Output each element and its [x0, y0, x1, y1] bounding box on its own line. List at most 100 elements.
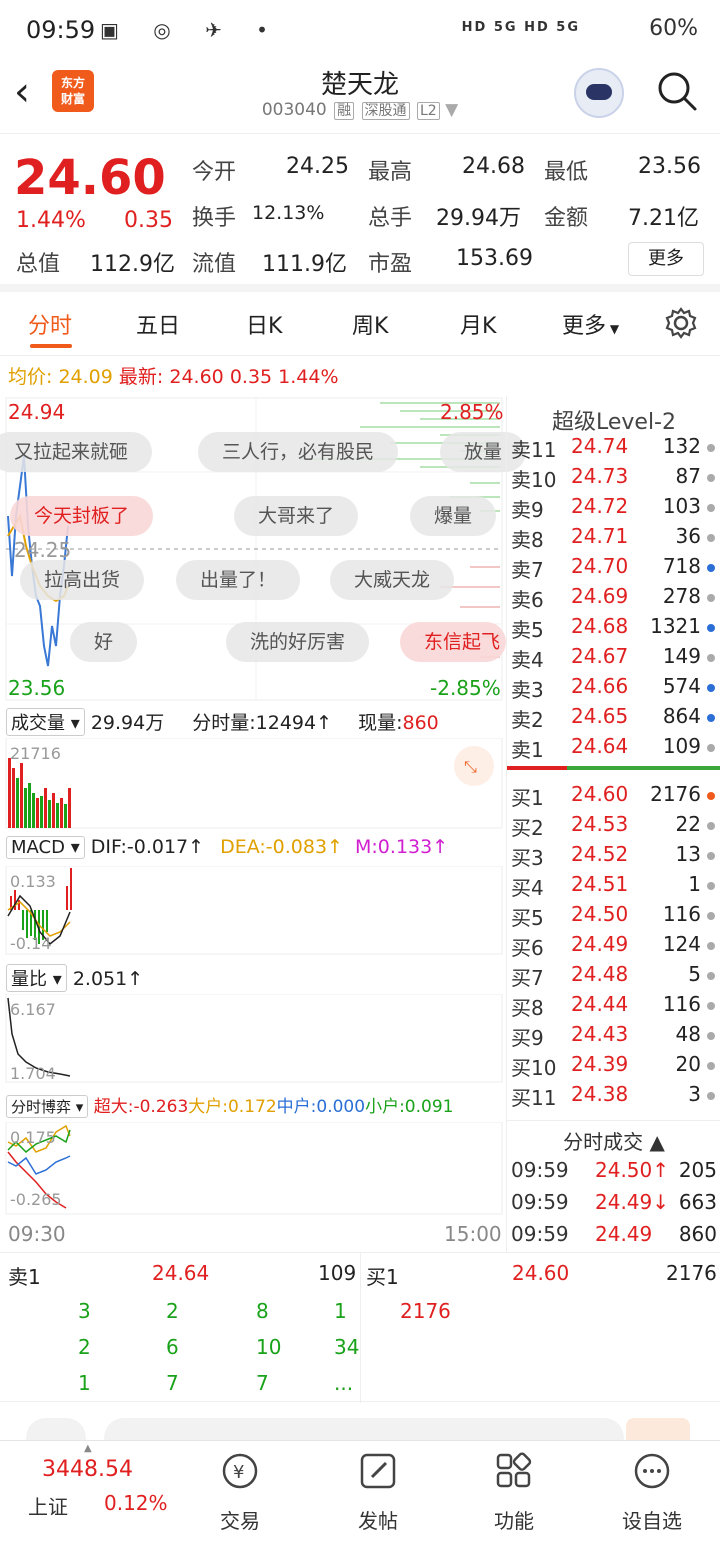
- bid-row[interactable]: 买5 24.50 116: [507, 902, 720, 932]
- level-volume: 132: [662, 434, 701, 458]
- macd-header: MACD ▾ DIF:-0.017↑ DEA:-0.083↑ M:0.133↑: [0, 836, 506, 859]
- nav-post[interactable]: 发帖: [328, 1451, 428, 1534]
- level-dot-icon: [707, 474, 715, 482]
- chevron-down-icon[interactable]: ▼: [445, 100, 458, 120]
- more-button[interactable]: 更多: [628, 242, 704, 276]
- danmu-bubble[interactable]: 拉高出货: [20, 560, 145, 600]
- change-value: 0.35: [124, 208, 173, 233]
- trade-row: 09:59 24.50↑ 205: [507, 1158, 720, 1188]
- nav-trade[interactable]: ¥ 交易: [190, 1451, 290, 1534]
- level-price: 24.65: [571, 704, 629, 728]
- amount-value: 7.21亿: [628, 206, 699, 231]
- macd-axis-high: 0.133: [10, 872, 56, 891]
- ask-row[interactable]: 卖8 24.71 36: [507, 524, 720, 554]
- trade-price: 24.49: [595, 1222, 653, 1246]
- search-icon[interactable]: [656, 70, 698, 112]
- nav-trade-label: 交易: [220, 1509, 260, 1533]
- sell-queue-item: 2: [166, 1299, 179, 1323]
- svg-text:¥: ¥: [233, 1462, 244, 1483]
- danmu-bubble[interactable]: 出量了！: [176, 560, 301, 600]
- ask-row[interactable]: 卖11 24.74 132: [507, 434, 720, 464]
- game-dropdown[interactable]: 分时博弈 ▾: [6, 1095, 89, 1118]
- bid-row[interactable]: 买9 24.43 48: [507, 1022, 720, 1052]
- danmu-bubble[interactable]: 洗的好厉害: [226, 622, 370, 662]
- danmu-bubble[interactable]: 东信起飞: [400, 622, 506, 662]
- danmu-bubble[interactable]: 今天封板了: [10, 496, 154, 536]
- volume-axis-max: 21716: [10, 744, 61, 763]
- bid-row[interactable]: 买1 24.60 2176: [507, 782, 720, 812]
- tab-monthly-k[interactable]: 月K: [460, 308, 496, 340]
- danmu-bubble[interactable]: 三人行，必有股民: [198, 432, 399, 472]
- turnover-label: 换手: [192, 206, 237, 231]
- tab-more[interactable]: 更多 ▼: [562, 308, 619, 340]
- danmu-bubble[interactable]: 好: [70, 622, 138, 662]
- danmu-bubble[interactable]: 大哥来了: [234, 496, 359, 536]
- trades-title[interactable]: 分时成交 ▲: [507, 1126, 720, 1155]
- level2-title[interactable]: 超级Level-2: [507, 404, 720, 436]
- ask-row[interactable]: 卖10 24.73 87: [507, 464, 720, 494]
- book-divider: [507, 766, 720, 770]
- total-cap-label: 总值: [16, 252, 61, 277]
- level-label: 卖4: [511, 648, 544, 672]
- danmu-bubble[interactable]: 爆量: [410, 496, 497, 536]
- tab-daily-k[interactable]: 日K: [246, 308, 282, 340]
- sell-queue-item: 7: [166, 1371, 179, 1395]
- nav-watchlist[interactable]: 设自选: [602, 1451, 702, 1534]
- intraday-chart[interactable]: 24.94 2.85% 23.56 -2.85% 24.25 又拉起来就砸 三人…: [0, 396, 527, 1252]
- trade-price: 24.50↑: [595, 1158, 670, 1182]
- bid-row[interactable]: 买7 24.48 5: [507, 962, 720, 992]
- ask-row[interactable]: 卖6 24.69 278: [507, 584, 720, 614]
- ask-row[interactable]: 卖2 24.65 864: [507, 704, 720, 734]
- game-dropdown-label: 分时博弈: [11, 1098, 72, 1116]
- tab-five-day[interactable]: 五日: [136, 308, 180, 340]
- danmu-bubble[interactable]: 又拉起来就砸: [0, 432, 153, 472]
- tab-weekly-k[interactable]: 周K: [352, 308, 388, 340]
- index-pct[interactable]: 0.12%: [104, 1491, 168, 1515]
- bid-row[interactable]: 买3 24.52 13: [507, 842, 720, 872]
- high-label: 最高: [368, 160, 413, 185]
- bid-row[interactable]: 买4 24.51 1: [507, 872, 720, 902]
- ask-row[interactable]: 卖1 24.64 109: [507, 734, 720, 764]
- bid-row[interactable]: 买6 24.49 124: [507, 932, 720, 962]
- danmu-bubble[interactable]: 大威天龙: [330, 560, 455, 600]
- level-price: 24.52: [571, 842, 629, 866]
- assistant-robot-icon[interactable]: [574, 68, 624, 118]
- index-value[interactable]: 3448.54: [42, 1457, 133, 1482]
- game-super: 超大:-0.263: [93, 1097, 189, 1117]
- level-volume: 718: [662, 554, 701, 578]
- tab-intraday[interactable]: 分时: [28, 308, 72, 340]
- level-price: 24.53: [571, 812, 629, 836]
- level-label: 买9: [511, 1026, 544, 1050]
- level-dot-icon: [707, 1032, 715, 1040]
- ask-row[interactable]: 卖7 24.70 718: [507, 554, 720, 584]
- game-medium: 中户:0.000: [276, 1097, 366, 1117]
- index-name[interactable]: 上证: [28, 1491, 68, 1520]
- nav-functions[interactable]: 功能: [464, 1451, 564, 1534]
- bid-row[interactable]: 买11 24.38 3: [507, 1082, 720, 1112]
- level-price: 24.67: [571, 644, 629, 668]
- bid-row[interactable]: 买10 24.39 20: [507, 1052, 720, 1082]
- bid-row[interactable]: 买8 24.44 116: [507, 992, 720, 1022]
- sum-sell-vol: 109: [318, 1261, 357, 1285]
- bid-row[interactable]: 买2 24.53 22: [507, 812, 720, 842]
- comment-bar[interactable]: [0, 1404, 720, 1444]
- pe-label: 市盈: [368, 252, 413, 277]
- ask-row[interactable]: 卖3 24.66 574: [507, 674, 720, 704]
- network-indicator: HD 5G HD 5G: [461, 20, 580, 35]
- ask-row[interactable]: 卖9 24.72 103: [507, 494, 720, 524]
- volume-value: 29.94万: [436, 206, 521, 231]
- game-pane: [5, 1122, 503, 1215]
- volume-dropdown[interactable]: 成交量 ▾: [6, 708, 85, 736]
- gear-icon[interactable]: [664, 306, 698, 340]
- ask-row[interactable]: 卖5 24.68 1321: [507, 614, 720, 644]
- sum-buy-label: 买1: [366, 1265, 399, 1289]
- volume-ratio-dropdown[interactable]: 量比 ▾: [6, 964, 67, 992]
- pe-value: 153.69: [456, 246, 533, 271]
- macd-pane: [5, 866, 503, 955]
- macd-dropdown[interactable]: MACD ▾: [6, 836, 85, 859]
- volume-total: 29.94万: [90, 712, 165, 734]
- ask-row[interactable]: 卖4 24.67 149: [507, 644, 720, 674]
- nav-watchlist-label: 设自选: [622, 1509, 682, 1533]
- level-volume: 149: [662, 644, 701, 668]
- change-pct: 1.44%: [16, 208, 86, 233]
